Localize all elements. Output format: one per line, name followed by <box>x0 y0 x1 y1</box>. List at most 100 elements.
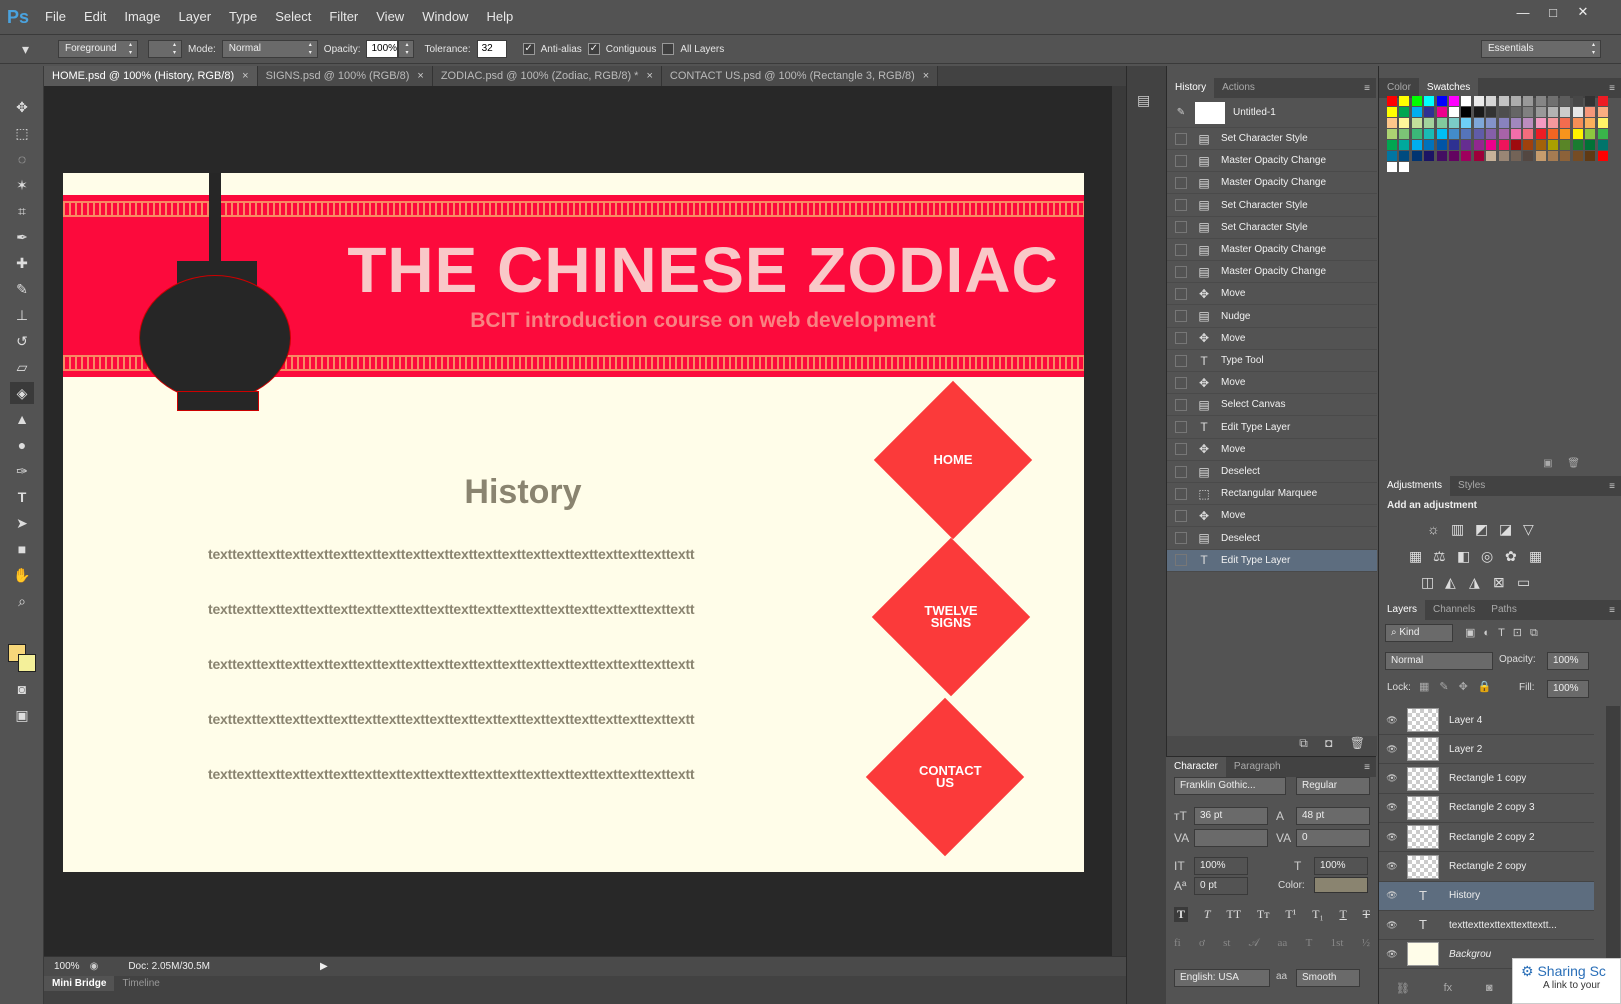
history-item[interactable]: ▤ Deselect <box>1167 461 1377 483</box>
color-swatch[interactable] <box>1448 151 1459 161</box>
color-swatch[interactable] <box>1448 140 1459 150</box>
color-swatch[interactable] <box>1572 129 1583 139</box>
tab-history[interactable]: History <box>1167 78 1215 98</box>
smart-object-filter-icon[interactable]: ⧉ <box>1530 627 1546 639</box>
tab-paragraph[interactable]: Paragraph <box>1226 757 1289 777</box>
color-swatch[interactable] <box>1585 129 1596 139</box>
color-swatch[interactable] <box>1510 107 1521 117</box>
menu-filter[interactable]: Filter <box>320 0 367 34</box>
history-checkbox[interactable] <box>1175 487 1187 500</box>
color-swatch[interactable] <box>1411 140 1422 150</box>
old-style-button[interactable]: ơ <box>1199 937 1205 950</box>
layers-scrollbar[interactable] <box>1606 706 1620 978</box>
color-swatch[interactable] <box>1572 151 1583 161</box>
color-swatch[interactable] <box>1387 107 1397 117</box>
swash-button[interactable]: st <box>1223 937 1230 950</box>
close-button[interactable]: ✕ <box>1569 2 1597 22</box>
magic-wand-tool-icon[interactable]: ✶ <box>10 174 34 196</box>
color-swatch[interactable] <box>1548 118 1559 128</box>
tab-adjustments[interactable]: Adjustments <box>1379 476 1451 496</box>
dodge-tool-icon[interactable]: ● <box>10 434 34 456</box>
color-swatch[interactable] <box>1399 162 1410 172</box>
close-tab-icon[interactable]: × <box>923 70 929 82</box>
color-swatch[interactable] <box>1399 151 1410 161</box>
color-swatch[interactable] <box>1486 96 1497 106</box>
menu-layer[interactable]: Layer <box>170 0 221 34</box>
layer-row[interactable]: 👁 T History <box>1379 881 1594 911</box>
panel-menu-icon[interactable]: ≡ <box>1364 83 1376 94</box>
color-swatch[interactable] <box>1535 118 1546 128</box>
history-checkbox[interactable] <box>1175 132 1187 145</box>
color-swatch[interactable] <box>1585 107 1596 117</box>
selective-color-icon[interactable]: ⊠ <box>1493 574 1505 591</box>
color-swatch[interactable] <box>1548 140 1559 150</box>
history-checkbox[interactable] <box>1175 398 1187 411</box>
history-checkbox[interactable] <box>1175 310 1187 323</box>
color-swatch[interactable] <box>1411 151 1422 161</box>
link-layers-icon[interactable]: ⛓ <box>1396 982 1410 1002</box>
color-swatch[interactable] <box>1523 140 1534 150</box>
history-checkbox[interactable] <box>1175 332 1187 345</box>
color-swatch[interactable] <box>1548 151 1559 161</box>
new-document-icon[interactable]: ⧉ <box>1299 736 1308 750</box>
color-swatch[interactable] <box>1473 107 1484 117</box>
ordinals-button[interactable]: 1st <box>1331 937 1344 950</box>
color-swatch[interactable] <box>1597 107 1608 117</box>
color-swatch[interactable] <box>1523 151 1534 161</box>
invert-icon[interactable]: ◫ <box>1421 574 1434 591</box>
history-brush-tool-icon[interactable]: ↺ <box>10 330 34 352</box>
tab-channels[interactable]: Channels <box>1425 600 1483 620</box>
history-item[interactable]: ▤ Deselect <box>1167 528 1377 550</box>
color-swatch[interactable] <box>1411 107 1422 117</box>
tab-contact-us[interactable]: CONTACT US.psd @ 100% (Rectangle 3, RGB/… <box>661 66 939 86</box>
color-swatch[interactable] <box>1486 151 1497 161</box>
history-checkbox[interactable] <box>1175 154 1187 167</box>
exposure-icon[interactable]: ◪ <box>1499 521 1512 538</box>
history-item[interactable]: ▤ Select Canvas <box>1167 394 1377 417</box>
ligatures-button[interactable]: fi <box>1174 937 1181 950</box>
status-arrow-icon[interactable]: ▶ <box>320 961 328 972</box>
threshold-icon[interactable]: ◮ <box>1469 574 1480 591</box>
lock-all-icon[interactable]: 🔒 <box>1478 681 1502 693</box>
visibility-eye-icon[interactable]: 👁 <box>1379 861 1405 872</box>
history-item[interactable]: ✥ Move <box>1167 505 1377 528</box>
layer-filter-select[interactable]: ⌕ Kind <box>1385 624 1453 642</box>
history-item[interactable]: ▤ Master Opacity Change <box>1167 150 1377 173</box>
vertical-scrollbar[interactable] <box>1112 86 1126 956</box>
leading-input[interactable]: 48 pt <box>1296 807 1370 825</box>
color-swatch[interactable] <box>1510 140 1521 150</box>
color-swatch[interactable] <box>1535 107 1546 117</box>
font-family-select[interactable]: Franklin Gothic... <box>1174 777 1286 795</box>
color-swatch[interactable] <box>1387 162 1397 172</box>
horizontal-scale-input[interactable]: 100% <box>1314 857 1368 875</box>
eraser-tool-icon[interactable]: ▱ <box>10 356 34 378</box>
color-swatch[interactable] <box>1399 107 1410 117</box>
font-style-select[interactable]: Regular <box>1296 777 1370 795</box>
tab-zodiac[interactable]: ZODIAC.psd @ 100% (Zodiac, RGB/8) * × <box>432 66 662 86</box>
color-swatch[interactable] <box>1461 118 1472 128</box>
color-swatch[interactable] <box>1411 118 1422 128</box>
color-swatch[interactable] <box>1399 129 1410 139</box>
color-swatch[interactable] <box>1399 118 1410 128</box>
close-tab-icon[interactable]: × <box>646 70 652 82</box>
font-size-input[interactable]: 36 pt <box>1194 807 1268 825</box>
color-swatch[interactable] <box>1498 107 1509 117</box>
visibility-eye-icon[interactable]: 👁 <box>1379 744 1405 755</box>
minimize-button[interactable]: — <box>1509 2 1537 22</box>
levels-icon[interactable]: ▥ <box>1451 521 1464 538</box>
zoom-tool-icon[interactable]: ⌕ <box>10 590 34 612</box>
faux-italic-button[interactable]: T <box>1204 907 1211 922</box>
tracking-input[interactable]: 0 <box>1296 829 1370 847</box>
tab-layers[interactable]: Layers <box>1379 600 1426 620</box>
titling-button[interactable]: aa <box>1278 937 1288 950</box>
history-checkbox[interactable] <box>1175 176 1187 189</box>
color-swatch[interactable] <box>1597 118 1608 128</box>
history-item[interactable]: ▤ Set Character Style <box>1167 195 1377 217</box>
color-swatch[interactable] <box>1560 118 1571 128</box>
color-swatch[interactable] <box>1560 107 1571 117</box>
tab-mini-bridge[interactable]: Mini Bridge <box>44 976 115 991</box>
color-swatch[interactable] <box>1498 129 1509 139</box>
vertical-scale-input[interactable]: 100% <box>1194 857 1248 875</box>
history-checkbox[interactable] <box>1175 532 1187 545</box>
color-swatch[interactable] <box>1387 118 1397 128</box>
